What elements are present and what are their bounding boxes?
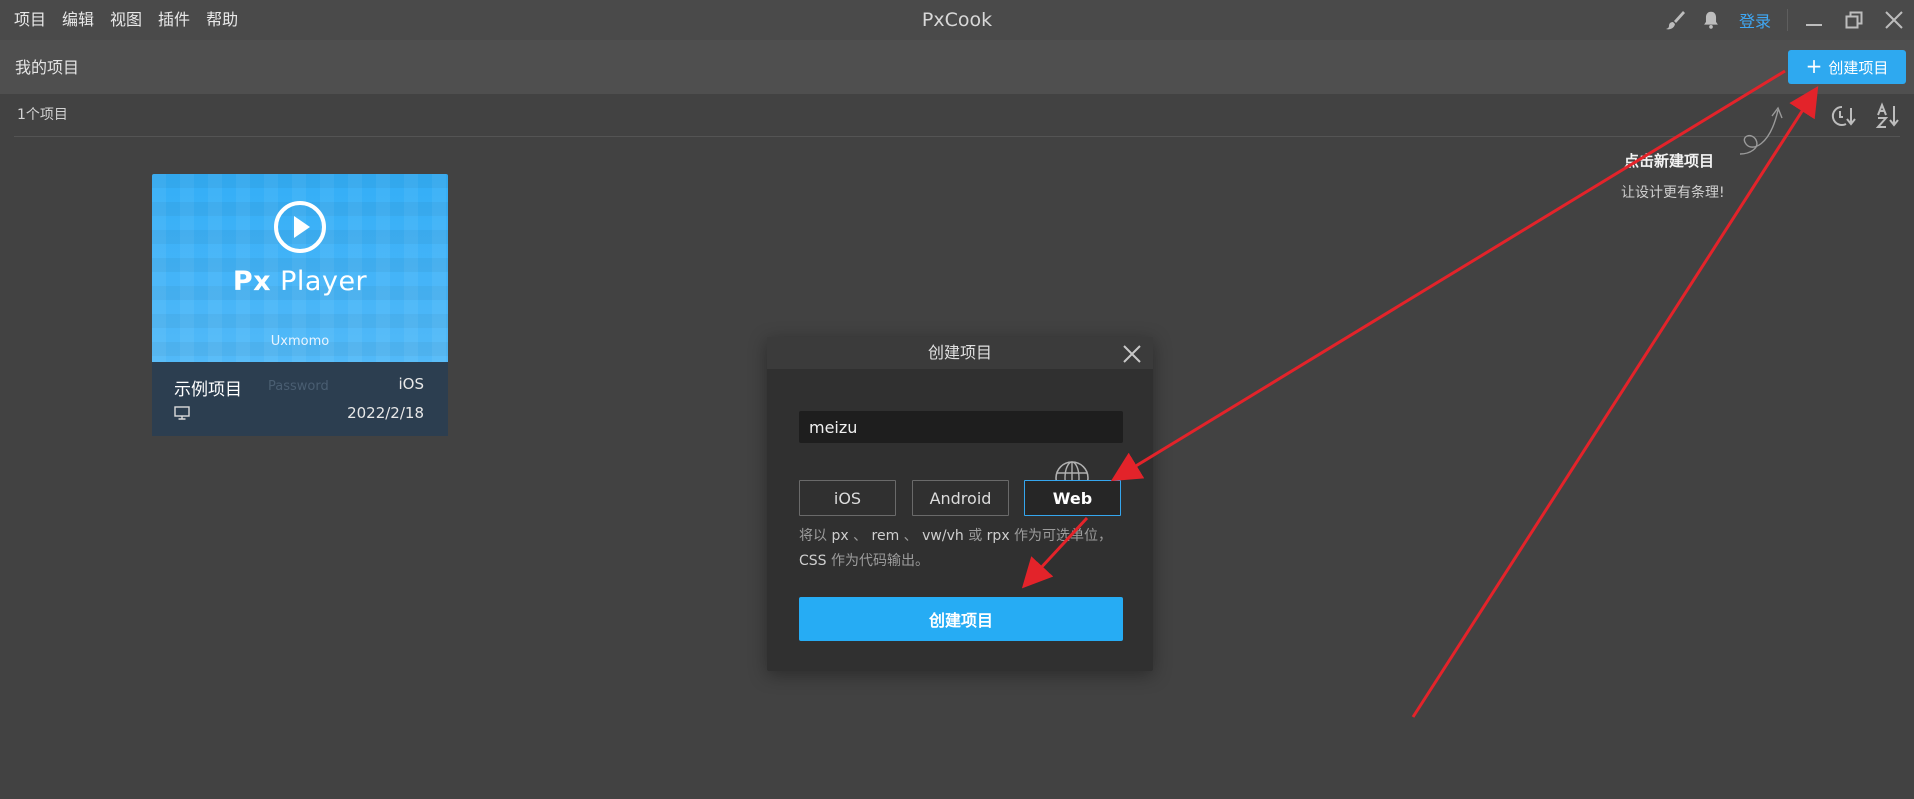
dialog-title: 创建项目 [927, 343, 992, 362]
play-icon [274, 201, 326, 253]
minimize-button[interactable] [1794, 0, 1834, 40]
thumbnail-author: Uxmomo [270, 334, 330, 349]
platform-description: 将以 px 、 rem 、 vw/vh 或 rpx 作为可选单位，CSS 作为代… [799, 528, 1113, 569]
platform-web-button[interactable]: Web [1024, 480, 1121, 516]
plus-icon: + [1805, 54, 1823, 78]
hint-subtitle: 让设计更有条理! [1621, 185, 1725, 201]
project-info: 示例项目 Password iOS 2022/2/18 [152, 362, 448, 436]
restore-icon [1845, 11, 1863, 29]
close-window-button[interactable] [1874, 0, 1914, 40]
titlebar-separator [1787, 9, 1788, 31]
project-platform: iOS [398, 375, 425, 393]
brush-icon[interactable] [1657, 0, 1693, 40]
sort-by-name-icon[interactable] [1874, 102, 1904, 130]
menu-project[interactable]: 项目 [6, 0, 54, 40]
create-project-button[interactable]: + 创建项目 [1788, 50, 1906, 84]
monitor-icon [174, 406, 190, 420]
login-link[interactable]: 登录 [1729, 8, 1781, 32]
pxcook-window: 项目 编辑 视图 插件 帮助 PxCook 登录 我的项目 + 创建项目 1个项… [0, 0, 1914, 799]
menu-edit[interactable]: 编辑 [54, 0, 102, 40]
menu-bar: 项目 编辑 视图 插件 帮助 [6, 0, 246, 40]
submit-create-button[interactable]: 创建项目 [799, 597, 1123, 641]
dialog-header: 创建项目 [767, 337, 1153, 369]
close-icon[interactable] [1121, 343, 1143, 365]
project-date: 2022/2/18 [347, 404, 424, 422]
bell-icon[interactable] [1693, 0, 1729, 40]
minimize-icon [1806, 24, 1822, 26]
menu-view[interactable]: 视图 [102, 0, 150, 40]
create-project-dialog: 创建项目 iOS Android Web 将以 px 、 rem 、 vw/vh… [767, 337, 1153, 671]
hint-title: 点击新建项目 [1624, 152, 1715, 170]
project-name: 示例项目 [174, 380, 242, 400]
page-title: 我的项目 [15, 58, 80, 77]
project-count: 1个项目 [17, 107, 68, 123]
titlebar-actions: 登录 [1657, 0, 1914, 40]
menu-plugins[interactable]: 插件 [150, 0, 198, 40]
project-thumbnail[interactable]: Px Player Uxmomo [152, 174, 448, 362]
menu-help[interactable]: 帮助 [198, 0, 246, 40]
arrow-to-create-button [1411, 85, 1819, 718]
toolbar-divider [14, 136, 1900, 137]
hint-arrow-icon [1739, 106, 1783, 155]
app-title: PxCook [921, 9, 993, 31]
maximize-button[interactable] [1834, 0, 1874, 40]
create-project-label: 创建项目 [1828, 58, 1889, 77]
sort-by-time-icon[interactable] [1828, 102, 1858, 130]
ghost-text: Password [268, 379, 329, 394]
project-name-input[interactable] [799, 411, 1123, 443]
platform-ios-button[interactable]: iOS [799, 480, 896, 516]
platform-android-button[interactable]: Android [912, 480, 1009, 516]
projects-header: 我的项目 + 创建项目 [0, 40, 1914, 94]
close-icon [1885, 11, 1903, 29]
arrow-to-web-button [1110, 69, 1786, 482]
thumbnail-title: Px Player [232, 266, 368, 297]
title-bar: 项目 编辑 视图 插件 帮助 PxCook 登录 [0, 0, 1914, 40]
project-card[interactable]: Px Player Uxmomo 示例项目 Password iOS 2022/… [152, 174, 448, 436]
